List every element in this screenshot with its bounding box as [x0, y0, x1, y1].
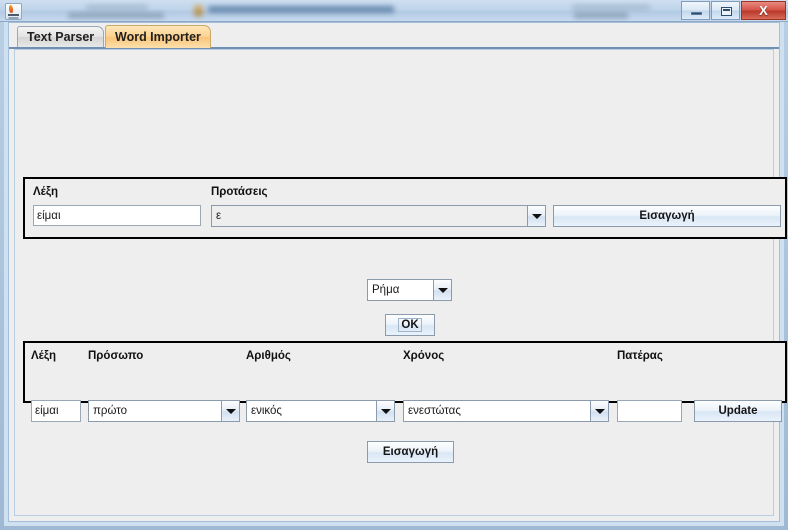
insert-word-button-label: Εισαγωγή [639, 210, 695, 222]
restore-icon [721, 7, 732, 16]
java-coffee-cup-icon [5, 3, 22, 20]
person-label: Πρόσωπο [88, 350, 144, 362]
tab-word-importer-label: Word Importer [115, 30, 201, 44]
window-frame: Text Parser Word Importer Λέξη είμαι Προ… [0, 22, 788, 530]
tense-combobox-value: ενεστώτας [403, 400, 590, 422]
tab-text-parser[interactable]: Text Parser [17, 26, 105, 47]
tense-combobox[interactable]: ενεστώτας [403, 400, 609, 422]
word-label-upper: Λέξη [33, 186, 59, 198]
ok-button-label: OK [398, 318, 422, 332]
update-button-label: Update [718, 405, 758, 417]
sentences-combobox-value: ε [211, 205, 527, 227]
word-input-upper[interactable]: είμαι [33, 205, 201, 226]
tab-word-importer[interactable]: Word Importer [105, 25, 211, 48]
insert-attributes-button-label: Εισαγωγή [382, 446, 439, 458]
window-frame-inner: Text Parser Word Importer Λέξη είμαι Προ… [8, 22, 787, 522]
number-combobox[interactable]: ενικός [246, 400, 395, 422]
word-input-lower[interactable]: είμαι [31, 400, 81, 422]
blurred-titlebar-content [34, 0, 673, 22]
ok-button[interactable]: OK [385, 314, 435, 336]
number-label: Αριθμός [246, 350, 291, 362]
tab-text-parser-label: Text Parser [27, 30, 95, 44]
word-label-lower: Λέξη [31, 350, 57, 362]
sentences-combobox[interactable]: ε [211, 205, 546, 227]
number-combobox-value: ενικός [246, 400, 376, 422]
tab-content-pane: Λέξη είμαι Προτάσεις ε Εισαγωγή Ρήμα OK [14, 49, 787, 516]
minimize-icon [691, 12, 702, 15]
application-window: X Text Parser Word Importer Λέξη είμαι Π… [0, 0, 788, 530]
chevron-down-icon[interactable] [221, 400, 240, 422]
minimize-button[interactable] [681, 1, 710, 20]
sentences-label: Προτάσεις [211, 186, 268, 198]
chevron-down-icon[interactable] [590, 400, 609, 422]
insert-attributes-button[interactable]: Εισαγωγή [367, 441, 454, 463]
parent-label: Πατέρας [617, 350, 663, 362]
close-icon: X [759, 3, 768, 18]
chevron-down-icon[interactable] [527, 205, 546, 227]
update-button[interactable]: Update [694, 400, 782, 422]
tense-label: Χρόνος [403, 350, 445, 362]
window-controls: X [680, 1, 786, 20]
tab-strip: Text Parser Word Importer [9, 23, 779, 49]
chevron-down-icon[interactable] [433, 279, 452, 301]
word-type-combobox[interactable]: Ρήμα [367, 279, 452, 301]
title-bar: X [0, 0, 788, 22]
word-type-combobox-value: Ρήμα [367, 279, 433, 301]
insert-word-button[interactable]: Εισαγωγή [553, 205, 781, 227]
person-combobox[interactable]: πρώτο [88, 400, 240, 422]
close-button[interactable]: X [741, 1, 786, 20]
person-combobox-value: πρώτο [88, 400, 221, 422]
chevron-down-icon[interactable] [376, 400, 395, 422]
parent-input[interactable] [617, 400, 682, 422]
restore-button[interactable] [711, 1, 740, 20]
